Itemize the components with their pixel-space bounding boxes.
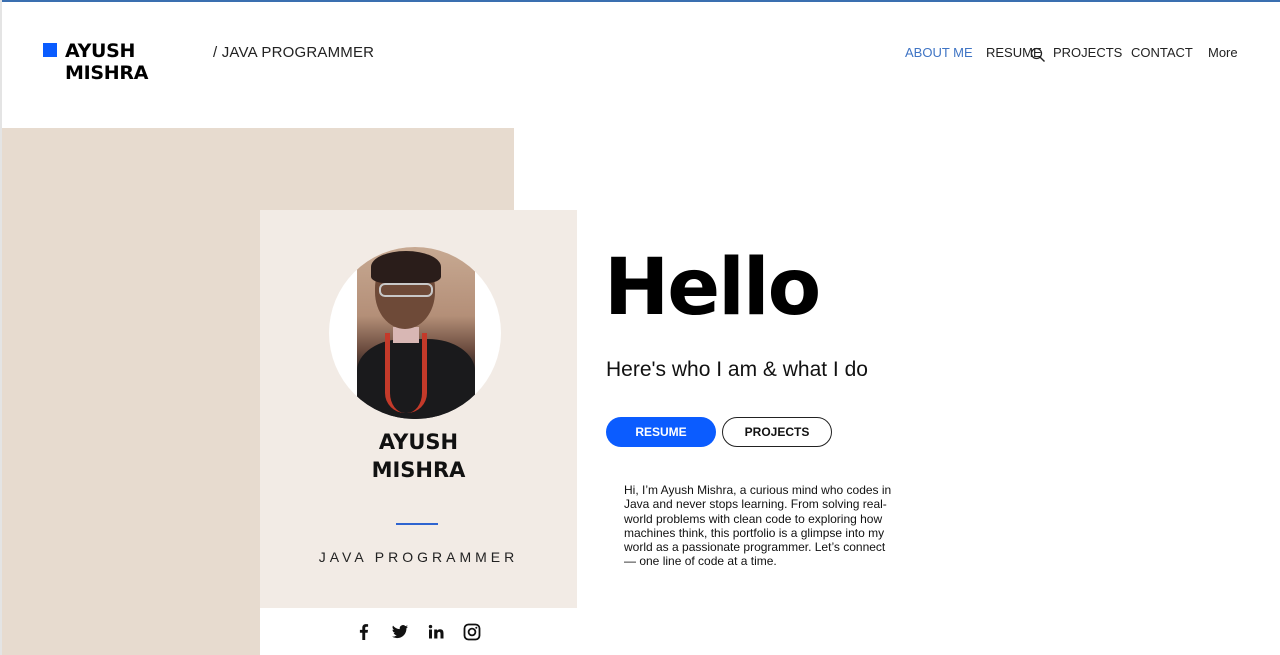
card-name-line2: MISHRA <box>371 458 466 482</box>
hero-heading: Hello <box>604 243 821 333</box>
main-nav: ABOUT ME RESUME PROJECTS CONTACT More <box>0 45 1280 65</box>
avatar <box>329 247 501 419</box>
nav-contact[interactable]: CONTACT <box>1131 45 1193 60</box>
nav-more[interactable]: More <box>1208 45 1238 60</box>
logo-name-line2: MISHRA <box>65 62 149 84</box>
facebook-icon[interactable] <box>354 622 374 642</box>
photo-hair <box>371 251 441 283</box>
social-bar <box>260 608 577 655</box>
photo-lanyard <box>385 333 427 413</box>
card-job-title: JAVA PROGRAMMER <box>318 549 519 565</box>
nav-about-me[interactable]: ABOUT ME <box>905 45 973 60</box>
nav-projects[interactable]: PROJECTS <box>1053 45 1122 60</box>
resume-button[interactable]: RESUME <box>606 417 716 447</box>
card-name: AYUSH MISHRA <box>260 428 577 484</box>
projects-button[interactable]: PROJECTS <box>722 417 832 447</box>
card-divider <box>396 523 438 525</box>
profile-photo <box>357 247 475 419</box>
photo-glasses <box>379 283 433 297</box>
instagram-icon[interactable] <box>462 622 482 642</box>
hero-subheading: Here's who I am & what I do <box>606 358 868 381</box>
twitter-icon[interactable] <box>390 622 410 642</box>
bio-text: Hi, I’m Ayush Mishra, a curious mind who… <box>624 483 892 569</box>
card-name-line1: AYUSH <box>378 430 459 454</box>
profile-card: AYUSH MISHRA JAVA PROGRAMMER <box>260 210 577 655</box>
linkedin-icon[interactable] <box>426 622 446 642</box>
top-border <box>0 0 1280 2</box>
search-icon[interactable] <box>1030 47 1046 63</box>
